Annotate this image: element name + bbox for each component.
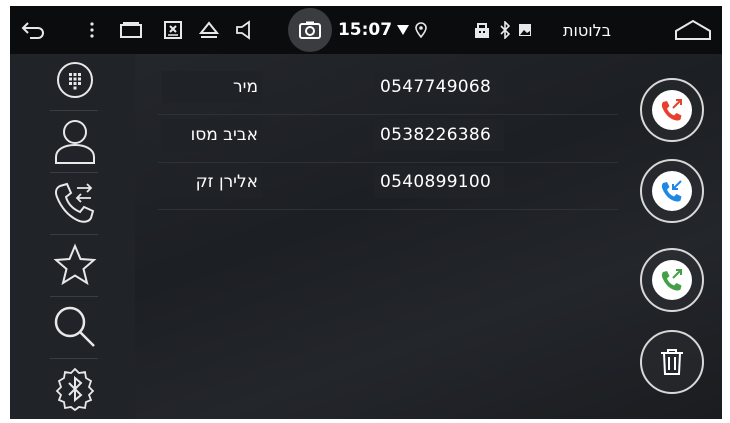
clock: 15:07 xyxy=(338,6,392,54)
list-item[interactable]: מיר 0547749068 xyxy=(158,69,618,115)
outgoing-call-icon xyxy=(661,269,682,291)
contact-number: 0547749068 xyxy=(380,77,492,97)
bluetooth-icon xyxy=(55,367,95,411)
list-item[interactable]: אביב מסו 0538226386 xyxy=(158,117,618,163)
bluetooth-icon xyxy=(496,6,514,54)
screen-title-text: בלוטות xyxy=(563,20,611,40)
nav-divider xyxy=(50,234,98,235)
nav-divider xyxy=(50,296,98,297)
eject-icon[interactable] xyxy=(196,6,222,54)
home-icon[interactable] xyxy=(670,6,716,54)
usb-icon xyxy=(472,6,492,54)
contact-name: אביב מסו xyxy=(190,125,258,145)
person-icon xyxy=(55,120,95,164)
dialpad-icon xyxy=(57,62,93,98)
location-icon xyxy=(412,6,430,54)
camera-button[interactable] xyxy=(288,8,332,52)
search-icon xyxy=(54,306,95,347)
missed-call-icon xyxy=(661,99,682,121)
nav-sidebar xyxy=(10,54,135,419)
phone-panel: מיר 0547749068 אביב מסו 0538226386 אלירן… xyxy=(10,54,722,419)
screen-title: בלוטות xyxy=(550,6,624,54)
nav-bluetooth-settings[interactable] xyxy=(32,364,118,414)
outgoing-calls-button[interactable] xyxy=(640,248,704,312)
nav-favorites[interactable] xyxy=(32,240,118,290)
incoming-calls-button[interactable] xyxy=(640,159,704,223)
list-item[interactable]: אלירן זק 0540899100 xyxy=(158,164,618,210)
status-bar: 15:07 בלוטות xyxy=(10,6,722,54)
nav-search[interactable] xyxy=(32,302,118,352)
screenshot-box-icon[interactable] xyxy=(160,6,186,54)
nav-divider xyxy=(50,358,98,359)
trash-icon xyxy=(661,349,683,375)
nav-call-log[interactable] xyxy=(32,178,118,228)
recent-apps-icon[interactable] xyxy=(118,6,144,54)
camera-icon xyxy=(288,8,332,52)
contact-name: מיר xyxy=(233,77,258,97)
head-unit-screen: 15:07 בלוטות מיר 0547749068 אביב מסו 053… xyxy=(10,6,722,419)
nav-dialpad[interactable] xyxy=(32,55,118,105)
star-icon xyxy=(53,243,97,286)
row-separator xyxy=(158,209,618,210)
nav-contacts[interactable] xyxy=(32,116,118,166)
phone-transfer-icon xyxy=(55,182,95,223)
incoming-call-icon xyxy=(661,180,682,202)
contact-number: 0538226386 xyxy=(380,125,492,145)
image-icon xyxy=(516,6,534,54)
signal-icon xyxy=(394,6,412,54)
volume-icon[interactable] xyxy=(230,6,256,54)
nav-divider xyxy=(50,172,98,173)
contact-name: אלירן זק xyxy=(195,172,258,192)
back-icon[interactable] xyxy=(16,6,50,54)
time-text: 15:07 xyxy=(337,20,393,40)
more-icon[interactable] xyxy=(82,6,102,54)
contact-number: 0540899100 xyxy=(380,172,492,192)
nav-divider xyxy=(50,110,98,111)
delete-button[interactable] xyxy=(640,330,704,394)
row-separator xyxy=(158,114,618,115)
missed-calls-button[interactable] xyxy=(640,78,704,142)
row-separator xyxy=(158,162,618,163)
